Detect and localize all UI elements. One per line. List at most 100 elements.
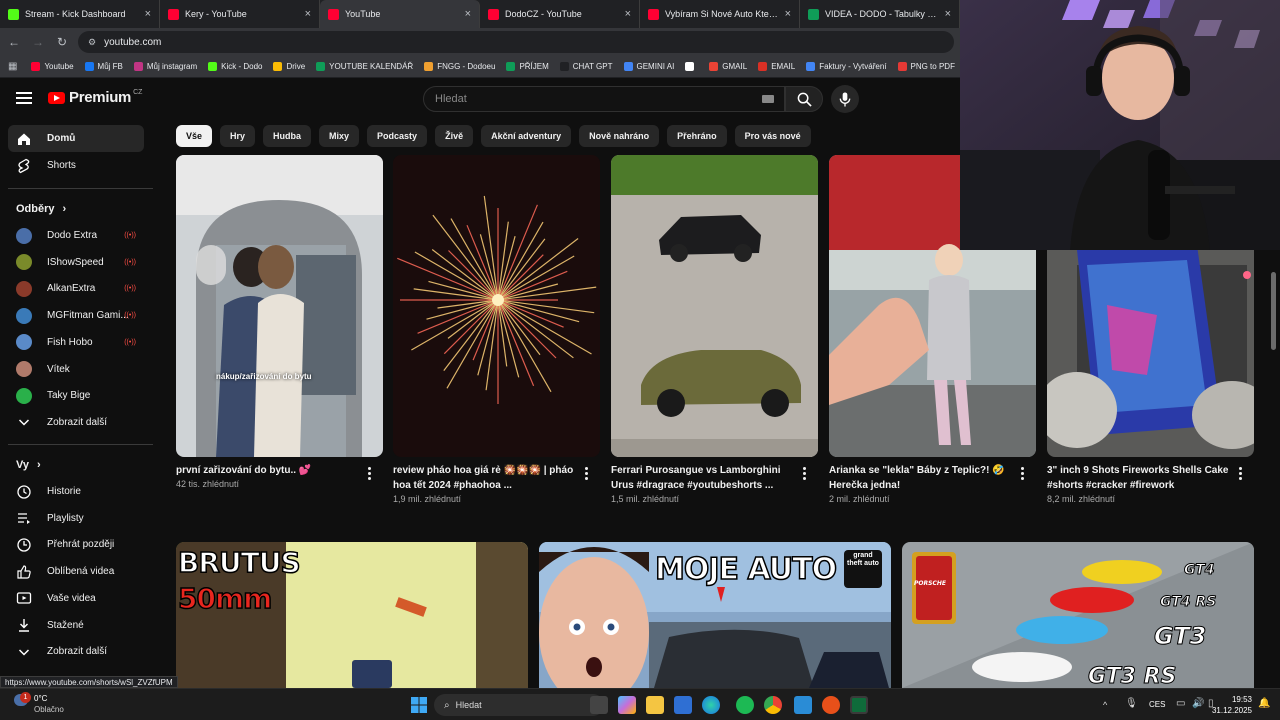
weather-desc[interactable]: Oblačno bbox=[34, 705, 64, 714]
sidebar-item-history[interactable]: Historie bbox=[8, 478, 144, 505]
bookmark-item[interactable]: FNGG - Dodoeu bbox=[424, 62, 495, 71]
bookmark-item[interactable]: CHAT GPT bbox=[559, 62, 613, 71]
close-tab-icon[interactable]: × bbox=[785, 8, 791, 20]
bookmark-item[interactable]: Můj instagram bbox=[133, 62, 197, 71]
excel-icon[interactable] bbox=[850, 696, 868, 714]
subscriptions-header[interactable]: Odběry › bbox=[16, 203, 66, 215]
clock-date[interactable]: 31.12.2025 bbox=[1206, 706, 1252, 715]
copilot-icon[interactable] bbox=[618, 696, 636, 714]
sidebar-item-shorts[interactable]: Shorts bbox=[8, 152, 144, 179]
subscription-item[interactable]: Taky Bige bbox=[8, 382, 144, 409]
filter-chip[interactable]: Vše bbox=[176, 125, 213, 147]
network-icon[interactable]: ▭ bbox=[1176, 698, 1185, 709]
subscription-item[interactable]: AlkanExtra ((•)) bbox=[8, 275, 144, 302]
bookmark-item[interactable] bbox=[685, 62, 698, 71]
filter-chip[interactable]: Hudba bbox=[263, 125, 312, 147]
you-header[interactable]: Vy › bbox=[16, 459, 41, 471]
task-view-icon[interactable] bbox=[590, 696, 608, 714]
filter-chip[interactable]: Nově nahráno bbox=[579, 125, 660, 147]
subscription-item[interactable]: IShowSpeed ((•)) bbox=[8, 249, 144, 276]
close-tab-icon[interactable]: × bbox=[465, 8, 471, 20]
short-thumbnail[interactable] bbox=[393, 155, 600, 457]
close-tab-icon[interactable]: × bbox=[305, 8, 311, 20]
filter-chip[interactable]: Hry bbox=[220, 125, 256, 147]
search-input[interactable]: Hledat bbox=[423, 86, 785, 112]
sidebar-item-chevron-down[interactable]: Zobrazit další bbox=[8, 638, 144, 665]
search-button[interactable] bbox=[785, 86, 823, 112]
tray-overflow-icon[interactable]: ^ bbox=[1103, 700, 1107, 710]
short-card[interactable]: Ferrari Purosangue vs Lamborghini Urus #… bbox=[611, 155, 818, 504]
browser-tab[interactable]: Stream - Kick Dashboard × bbox=[0, 0, 160, 28]
voice-search-button[interactable] bbox=[831, 85, 859, 113]
forward-button[interactable]: → bbox=[28, 35, 48, 49]
hamburger-menu-icon[interactable] bbox=[16, 92, 32, 104]
short-card[interactable]: nákup/zařizování do bytu první zařizování… bbox=[176, 155, 383, 489]
filter-chip[interactable]: Přehráno bbox=[667, 125, 727, 147]
more-options-icon[interactable] bbox=[585, 467, 589, 482]
site-info-icon[interactable]: ⚙ bbox=[88, 37, 96, 48]
more-options-icon[interactable] bbox=[1239, 467, 1243, 482]
windows-start-icon[interactable] bbox=[411, 697, 427, 713]
short-thumbnail[interactable] bbox=[611, 155, 818, 457]
more-options-icon[interactable] bbox=[368, 467, 372, 482]
address-bar[interactable]: ⚙ youtube.com bbox=[78, 31, 954, 53]
subscription-item[interactable]: Vítek bbox=[8, 356, 144, 383]
filter-chip[interactable]: Podcasty bbox=[367, 125, 428, 147]
subscription-item[interactable]: Fish Hobo ((•)) bbox=[8, 329, 144, 356]
more-options-icon[interactable] bbox=[803, 467, 807, 482]
filter-chip[interactable]: Akční adventury bbox=[481, 125, 572, 147]
bookmark-item[interactable]: Můj FB bbox=[84, 62, 123, 71]
filter-chip[interactable]: Mixy bbox=[319, 125, 360, 147]
keyboard-icon[interactable] bbox=[762, 95, 774, 103]
subscription-item[interactable]: MGFitman Gami... ((•)) bbox=[8, 302, 144, 329]
browser-tab[interactable]: DodoCZ - YouTube × bbox=[480, 0, 640, 28]
short-title[interactable]: první zařizování do bytu.. 💕 bbox=[176, 463, 364, 478]
bookmark-item[interactable]: EMAIL bbox=[758, 62, 795, 71]
apps-grid-icon[interactable]: ▦ bbox=[8, 61, 17, 72]
close-tab-icon[interactable]: × bbox=[945, 8, 951, 20]
sidebar-item-home[interactable]: Domů bbox=[8, 125, 144, 152]
chrome-icon[interactable] bbox=[764, 696, 782, 714]
filter-chip[interactable]: Živě bbox=[435, 125, 474, 147]
sidebar-item-watch-later[interactable]: Přehrát později bbox=[8, 531, 144, 558]
language-indicator[interactable]: CES bbox=[1149, 700, 1165, 709]
short-title[interactable]: review pháo hoa giá rẻ 🎇🎇🎇 | pháo hoa tế… bbox=[393, 463, 581, 493]
bookmark-item[interactable]: PNG to PDF bbox=[897, 62, 955, 71]
short-title[interactable]: Ferrari Purosangue vs Lamborghini Urus #… bbox=[611, 463, 799, 493]
bookmark-item[interactable]: YOUTUBE KALENDÁŘ bbox=[316, 62, 413, 71]
filter-chip[interactable]: Pro vás nové bbox=[734, 125, 811, 147]
close-tab-icon[interactable]: × bbox=[625, 8, 631, 20]
bookmark-item[interactable]: PŘÍJEM bbox=[506, 62, 549, 71]
browser-tab[interactable]: YouTube × bbox=[320, 0, 480, 28]
bookmark-item[interactable]: Faktury - Vytváření bbox=[806, 62, 887, 71]
bookmark-item[interactable]: GEMINI AI bbox=[623, 62, 674, 71]
short-thumbnail[interactable]: nákup/zařizování do bytu bbox=[176, 155, 383, 457]
video-thumbnail[interactable]: GT4 GT4 RS GT3 GT3 RS PORSCHE bbox=[902, 542, 1254, 688]
subscription-item[interactable]: Dodo Extra ((•)) bbox=[8, 222, 144, 249]
notepad-icon[interactable] bbox=[794, 696, 812, 714]
bookmark-item[interactable]: GMAIL bbox=[709, 62, 747, 71]
browser-tab[interactable]: Kery - YouTube × bbox=[160, 0, 320, 28]
short-title[interactable]: Arianka se "lekla" Báby z Teplic?! 🤣 Her… bbox=[829, 463, 1017, 493]
store-icon[interactable] bbox=[674, 696, 692, 714]
bookmark-item[interactable]: Kick - Dodo bbox=[208, 62, 262, 71]
close-tab-icon[interactable]: × bbox=[145, 8, 151, 20]
bookmark-item[interactable]: Drive bbox=[273, 62, 305, 71]
taskbar-search[interactable]: ⌕ Hledat bbox=[434, 694, 604, 716]
subscription-item[interactable]: Zobrazit další bbox=[8, 409, 144, 436]
sidebar-item-download[interactable]: Stažené bbox=[8, 612, 144, 639]
sidebar-item-like[interactable]: Oblíbená videa bbox=[8, 558, 144, 585]
clock-time[interactable]: 19:53 bbox=[1222, 695, 1252, 704]
spotify-icon[interactable] bbox=[736, 696, 754, 714]
back-button[interactable]: ← bbox=[4, 35, 24, 49]
ea-app-icon[interactable] bbox=[822, 696, 840, 714]
short-title[interactable]: 3" inch 9 Shots Fireworks Shells Cake #s… bbox=[1047, 463, 1235, 493]
scrollbar-thumb[interactable] bbox=[1271, 272, 1276, 350]
weather-temp[interactable]: 0°C bbox=[34, 694, 47, 703]
more-options-icon[interactable] bbox=[1021, 467, 1025, 482]
notification-bell-icon[interactable]: 🔔 bbox=[1258, 698, 1270, 709]
youtube-premium-logo[interactable]: Premium CZ bbox=[48, 89, 142, 106]
volume-icon[interactable]: 🔊 bbox=[1192, 698, 1204, 709]
browser-tab[interactable]: Vybíram Si Nové Auto Které Si × bbox=[640, 0, 800, 28]
browser-tab[interactable]: VIDEA - DODO - Tabulky Goog × bbox=[800, 0, 960, 28]
